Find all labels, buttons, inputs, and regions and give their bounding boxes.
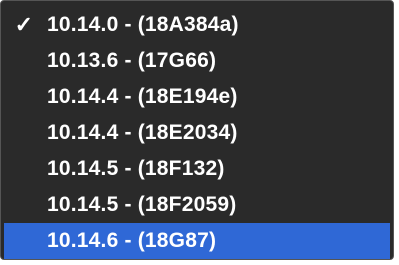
version-dropdown-menu: ✓ 10.14.0 - (18A384a) 10.13.6 - (17G66) … xyxy=(0,0,394,260)
menu-item-label: 10.14.5 - (18F132) xyxy=(47,157,225,180)
menu-item-10-14-5-18f2059[interactable]: 10.14.5 - (18F2059) xyxy=(1,187,393,223)
menu-item-label: 10.14.4 - (18E2034) xyxy=(47,121,238,144)
menu-item-10-14-0[interactable]: ✓ 10.14.0 - (18A384a) xyxy=(1,7,393,43)
checkmark-icon: ✓ xyxy=(14,12,34,37)
menu-item-label: 10.14.5 - (18F2059) xyxy=(47,193,237,216)
menu-item-label: 10.14.0 - (18A384a) xyxy=(47,13,239,36)
menu-item-10-13-6[interactable]: 10.13.6 - (17G66) xyxy=(1,43,393,79)
menu-item-10-14-5-18f132[interactable]: 10.14.5 - (18F132) xyxy=(1,151,393,187)
menu-item-10-14-4-18e2034[interactable]: 10.14.4 - (18E2034) xyxy=(1,115,393,151)
menu-item-label: 10.13.6 - (17G66) xyxy=(47,49,217,72)
menu-item-label: 10.14.6 - (18G87) xyxy=(47,229,217,252)
menu-item-10-14-6-highlighted[interactable]: 10.14.6 - (18G87) xyxy=(4,223,390,259)
menu-item-10-14-4-18e194e[interactable]: 10.14.4 - (18E194e) xyxy=(1,79,393,115)
menu-item-label: 10.14.4 - (18E194e) xyxy=(47,85,238,108)
